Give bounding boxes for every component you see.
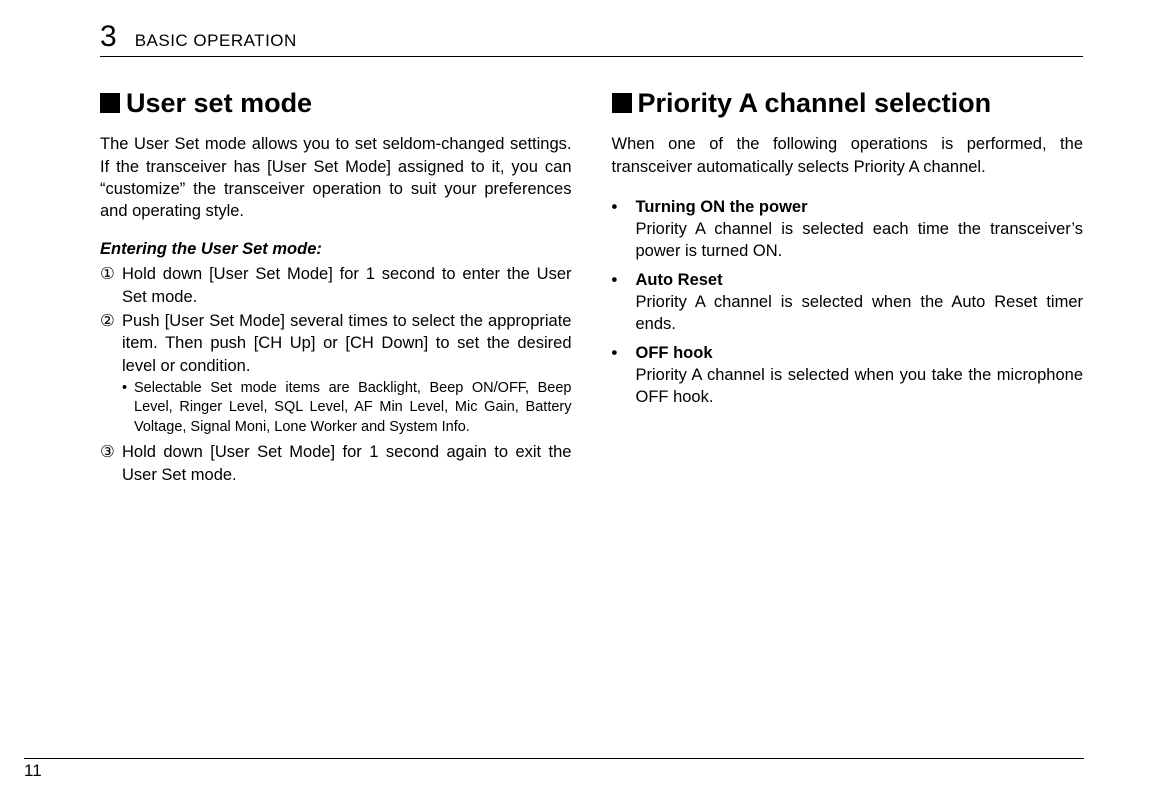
bullet-dot: • [612, 269, 636, 291]
note: • Selectable Set mode items are Backligh… [100, 379, 572, 438]
bullet-body: Priority A channel is selected when the … [612, 291, 1084, 336]
subheading: Entering the User Set mode: [100, 240, 572, 259]
bullet-body: Priority A channel is selected when you … [612, 364, 1084, 409]
bullet-item-off-hook: • OFF hook [612, 342, 1084, 364]
page-header: 3 BASIC OPERATION [100, 20, 1083, 57]
left-column: User set mode The User Set mode allows y… [100, 87, 572, 488]
step-3: ③ Hold down [User Set Mode] for 1 second… [100, 441, 572, 486]
chapter-title: BASIC OPERATION [135, 31, 297, 51]
bullet-title: Auto Reset [636, 269, 723, 291]
bullet-title: Turning ON the power [636, 196, 808, 218]
note-bullet: • [122, 379, 134, 438]
intro-paragraph: When one of the following operations is … [612, 133, 1084, 178]
heading-text: Priority A channel selection [638, 88, 992, 118]
page: 3 BASIC OPERATION User set mode The User… [0, 0, 1163, 488]
bullet-item-auto-reset: • Auto Reset [612, 269, 1084, 291]
step-marker: ③ [100, 441, 122, 486]
note-text: Selectable Set mode items are Backlight,… [134, 379, 572, 438]
bullet-item-power: • Turning ON the power [612, 196, 1084, 218]
step-1: ① Hold down [User Set Mode] for 1 second… [100, 263, 572, 308]
step-marker: ① [100, 263, 122, 308]
square-icon [612, 93, 632, 113]
step-text: Hold down [User Set Mode] for 1 second t… [122, 263, 572, 308]
bullet-dot: • [612, 342, 636, 364]
step-text: Push [User Set Mode] several times to se… [122, 310, 572, 377]
bullet-title: OFF hook [636, 342, 713, 364]
right-column: Priority A channel selection When one of… [612, 87, 1084, 488]
square-icon [100, 93, 120, 113]
chapter-number: 3 [100, 20, 117, 54]
intro-paragraph: The User Set mode allows you to set seld… [100, 133, 572, 222]
step-2: ② Push [User Set Mode] several times to … [100, 310, 572, 377]
heading-text: User set mode [126, 88, 312, 118]
content-columns: User set mode The User Set mode allows y… [100, 87, 1083, 488]
section-heading-priority-a: Priority A channel selection [612, 87, 1084, 119]
bullet-body: Priority A channel is selected each time… [612, 218, 1084, 263]
step-text: Hold down [User Set Mode] for 1 second a… [122, 441, 572, 486]
step-marker: ② [100, 310, 122, 377]
section-heading-user-set-mode: User set mode [100, 87, 572, 119]
page-number: 11 [24, 758, 1084, 781]
bullet-dot: • [612, 196, 636, 218]
